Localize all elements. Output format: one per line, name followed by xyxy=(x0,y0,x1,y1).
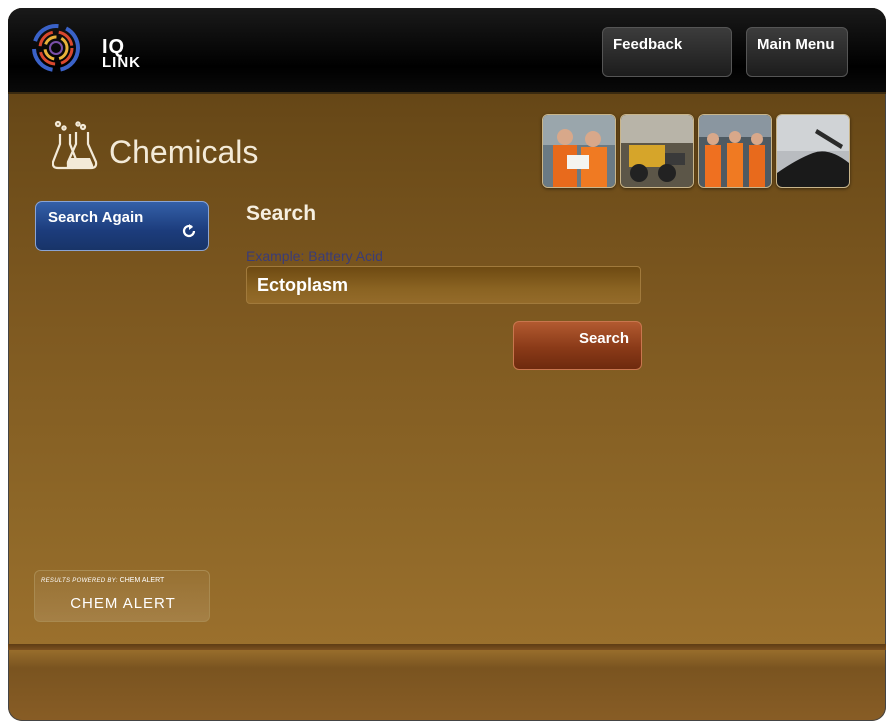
search-heading: Search xyxy=(246,202,317,225)
refresh-icon xyxy=(182,224,196,238)
top-bar: IQ LINK Feedback Main Menu xyxy=(8,8,886,94)
photo-thumbnail[interactable] xyxy=(542,114,616,188)
bottom-divider xyxy=(8,644,886,650)
logo-line-1: IQ xyxy=(102,36,126,58)
flasks-icon xyxy=(52,120,98,170)
photo-thumbnail[interactable] xyxy=(776,114,850,188)
photo-mining-loader xyxy=(621,115,693,187)
search-input[interactable] xyxy=(246,266,641,304)
search-button[interactable]: Search xyxy=(513,321,642,370)
photo-thumbnail[interactable] xyxy=(620,114,694,188)
photo-thumbnail[interactable] xyxy=(698,114,772,188)
photo-workers-group xyxy=(699,115,771,187)
iq-link-logo[interactable]: IQ LINK xyxy=(30,22,150,78)
photo-workers-reading xyxy=(543,115,615,187)
app-frame: IQ LINK Feedback Main Menu Chemicals Sea… xyxy=(8,8,886,721)
main-menu-button[interactable]: Main Menu xyxy=(746,27,848,77)
chem-alert-badge[interactable]: RESULTS POWERED BY: CHEM ALERT CHEM ALER… xyxy=(34,570,210,622)
photo-coal-stockpile xyxy=(777,115,849,187)
powered-by-prefix: RESULTS POWERED BY: xyxy=(41,578,118,584)
page-title: Chemicals xyxy=(109,134,259,170)
logo-line-2: LINK xyxy=(102,54,141,71)
feedback-button[interactable]: Feedback xyxy=(602,27,732,77)
iq-link-logo-icon xyxy=(32,24,80,72)
search-example-label: Example: Battery Acid xyxy=(246,248,383,264)
logo-text: IQ LINK xyxy=(102,36,141,71)
search-again-label: Search Again xyxy=(48,209,144,226)
powered-by-line: RESULTS POWERED BY: CHEM ALERT xyxy=(41,577,164,584)
powered-by-name: CHEM ALERT xyxy=(119,577,165,584)
search-again-button[interactable]: Search Again xyxy=(35,201,209,251)
chem-alert-logo: CHEM ALERT xyxy=(70,595,176,612)
